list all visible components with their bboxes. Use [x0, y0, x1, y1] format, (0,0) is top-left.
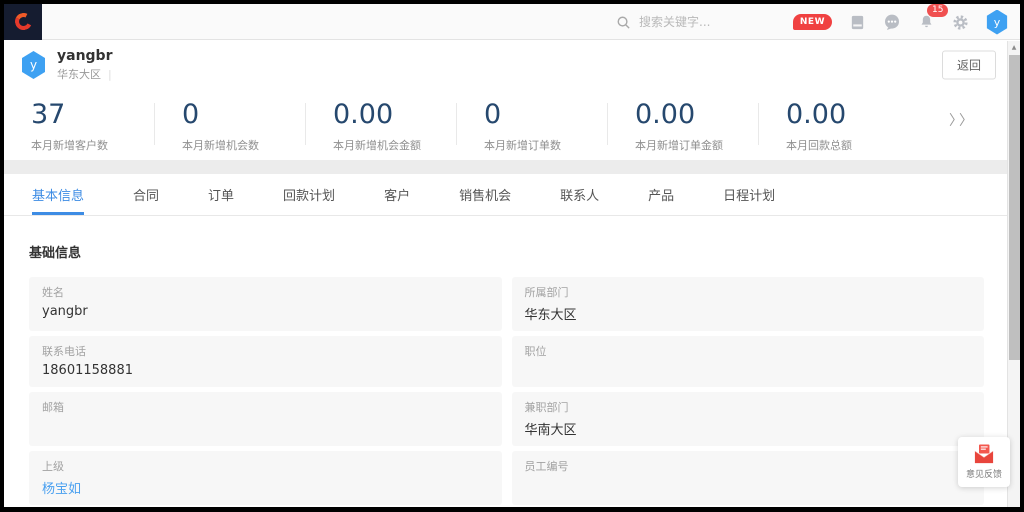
supervisor-link[interactable]: 杨宝如: [42, 478, 489, 497]
stat-value: 0: [182, 99, 305, 130]
app-window: NEW: [4, 4, 1020, 507]
field-email: 邮箱: [29, 392, 502, 446]
field-position: 职位: [512, 336, 985, 387]
feedback-widget[interactable]: 意见反馈: [958, 437, 1010, 487]
tab-sales-opportunity[interactable]: 销售机会: [459, 174, 511, 215]
user-avatar[interactable]: y: [986, 10, 1008, 35]
settings-gear-icon[interactable]: [952, 14, 969, 31]
stat-value: 0: [484, 99, 607, 130]
field-value: [42, 419, 489, 435]
search-icon: [616, 15, 631, 30]
back-button[interactable]: 返回: [942, 51, 996, 80]
stat-label: 本月新增机会金额: [333, 137, 456, 153]
field-value: 华东大区: [525, 304, 972, 323]
stats-more-chevron-icon[interactable]: 〉〉: [949, 110, 976, 130]
stat-label: 本月新增机会数: [182, 137, 305, 153]
stat-new-order-amount: 0.00 本月新增订单金额: [608, 99, 758, 153]
tab-order[interactable]: 订单: [208, 174, 234, 215]
profile-name: yangbr: [57, 48, 113, 66]
stat-new-opportunity-amount: 0.00 本月新增机会金额: [306, 99, 456, 153]
notification-count-badge: 15: [927, 4, 948, 17]
stat-label: 本月回款总额: [786, 137, 909, 153]
stat-label: 本月新增订单金额: [635, 137, 758, 153]
field-value: yangbr: [42, 304, 489, 320]
tab-basic-info[interactable]: 基本信息: [32, 174, 84, 215]
new-badge[interactable]: NEW: [793, 14, 832, 30]
field-value: [525, 363, 972, 379]
detail-tabs: 基本信息 合同 订单 回款计划 客户 销售机会 联系人 产品 日程计划: [4, 174, 1020, 216]
feedback-envelope-icon: [973, 444, 995, 464]
field-label: 联系电话: [42, 343, 489, 359]
field-label: 兼职部门: [525, 399, 972, 415]
scrollbar-thumb[interactable]: [1009, 55, 1020, 360]
tab-payment-plan[interactable]: 回款计划: [283, 174, 335, 215]
journal-icon[interactable]: [849, 14, 866, 31]
top-navigation-bar: NEW: [4, 4, 1020, 40]
topbar-icon-cluster: NEW: [793, 4, 1008, 40]
field-label: 所属部门: [525, 284, 972, 300]
app-logo[interactable]: [4, 4, 42, 40]
profile-department: 华东大区 |: [57, 66, 113, 82]
field-value: 华南大区: [525, 419, 972, 438]
field-label: 员工编号: [525, 458, 972, 474]
field-department: 所属部门 华东大区: [512, 277, 985, 331]
stat-new-opportunities: 0 本月新增机会数: [155, 99, 305, 153]
field-label: 上级: [42, 458, 489, 474]
basic-info-panel: 基础信息 姓名 yangbr 所属部门 华东大区 联系电话 1860115888…: [4, 216, 1020, 507]
stat-value: 0.00: [333, 99, 456, 130]
section-title: 基础信息: [29, 242, 984, 261]
profile-info: yangbr 华东大区 |: [57, 48, 113, 82]
field-value: 18601158881: [42, 363, 489, 379]
field-secondary-department: 兼职部门 华南大区: [512, 392, 985, 446]
vertical-scrollbar[interactable]: ▲: [1007, 41, 1020, 507]
brand-c-icon: [12, 11, 33, 32]
stat-payment-total: 0.00 本月回款总额: [759, 99, 909, 153]
stat-value: 37: [31, 99, 154, 130]
field-employee-id: 员工编号: [512, 451, 985, 505]
stat-value: 0.00: [786, 99, 909, 130]
field-label: 职位: [525, 343, 972, 359]
notifications-bell[interactable]: 15: [918, 14, 935, 31]
tab-customer[interactable]: 客户: [384, 174, 410, 215]
monthly-stats-row: 37 本月新增客户数 0 本月新增机会数 0.00 本月新增机会金额 0 本月新…: [4, 90, 1020, 160]
stat-new-orders: 0 本月新增订单数: [457, 99, 607, 153]
chat-icon[interactable]: [883, 13, 901, 31]
tab-schedule[interactable]: 日程计划: [723, 174, 775, 215]
field-label: 姓名: [42, 284, 489, 300]
tab-product[interactable]: 产品: [648, 174, 674, 215]
field-phone: 联系电话 18601158881: [29, 336, 502, 387]
stat-value: 0.00: [635, 99, 758, 130]
field-supervisor: 上级 杨宝如: [29, 451, 502, 505]
tab-contract[interactable]: 合同: [133, 174, 159, 215]
scrollbar-up-arrow-icon[interactable]: ▲: [1008, 41, 1020, 54]
feedback-label: 意见反馈: [966, 467, 1002, 480]
section-separator: [4, 160, 1020, 174]
stat-label: 本月新增客户数: [31, 137, 154, 153]
field-name: 姓名 yangbr: [29, 277, 502, 331]
stat-new-customers: 37 本月新增客户数: [4, 99, 154, 153]
field-label: 邮箱: [42, 399, 489, 415]
search-input[interactable]: [639, 15, 759, 29]
global-search[interactable]: [616, 4, 759, 40]
stat-label: 本月新增订单数: [484, 137, 607, 153]
fields-grid: 姓名 yangbr 所属部门 华东大区 联系电话 18601158881 职位 …: [29, 277, 984, 507]
field-value: [525, 478, 972, 494]
department-divider: |: [108, 68, 112, 81]
profile-avatar: y: [21, 51, 46, 79]
tab-contact[interactable]: 联系人: [560, 174, 599, 215]
profile-header: y yangbr 华东大区 | 返回: [4, 40, 1020, 90]
department-text: 华东大区: [57, 68, 101, 81]
